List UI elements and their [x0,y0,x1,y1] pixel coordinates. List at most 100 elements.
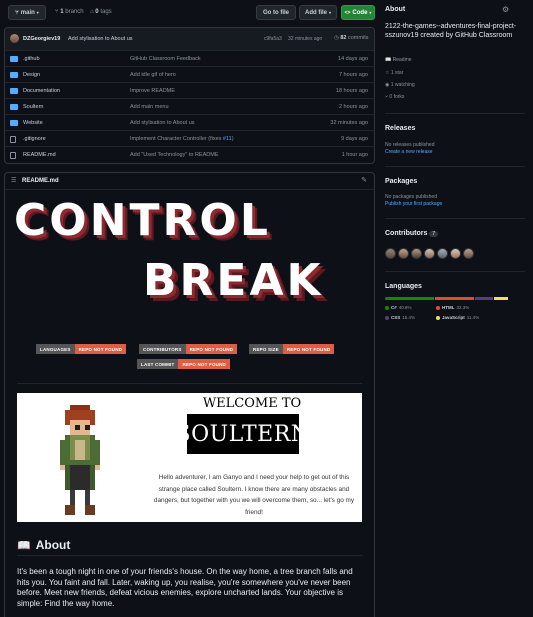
commit-hash[interactable]: c9fa5a3 [264,36,282,42]
language-bar-segment [474,297,494,300]
eye-icon: ◉ [385,82,390,88]
badge-repo-size[interactable]: REPO SIZE REPO NOT FOUND [249,344,335,354]
language-item[interactable]: CSS 15.4% [385,315,415,320]
file-icon [10,152,16,159]
file-row[interactable]: Website Add stylisation to About us 32 min… [5,114,374,130]
chevron-down-icon: ▾ [369,10,372,15]
branch-icon: ⑂ [55,9,59,15]
contributor-avatar[interactable] [424,248,435,259]
forks-link[interactable]: ⑂ 0 forks [385,94,404,100]
stars-link[interactable]: ☆ 1 star [385,70,403,76]
badge-languages[interactable]: LANGUAGES REPO NOT FOUND [36,344,127,354]
badge-contributors[interactable]: CONTRIBUTORS REPO NOT FOUND [139,344,238,354]
commit-time: 32 minutes ago [288,36,323,42]
add-file-button[interactable]: Add file ▾ [299,5,337,20]
language-item[interactable]: HTML 32.3% [436,305,469,310]
divider [385,166,525,167]
readme-filename: README.md [22,178,59,184]
welcome-title: WELCOME TO [202,396,302,411]
file-commit-message[interactable]: Add "Used Technology" to README [130,152,219,158]
about-heading: 📖 About [17,535,362,556]
file-commit-message[interactable]: Add stylisation to About us [130,120,195,126]
releases-text: No releases published [385,142,435,148]
issue-link[interactable]: #11 [223,136,232,142]
file-commit-message[interactable]: Add main menu [130,104,169,110]
star-icon: ☆ [385,70,390,76]
branch-icon: ⑂ [15,9,19,16]
file-commit-time: 32 minutes ago [330,119,368,126]
language-color-dot [385,305,389,310]
file-name[interactable]: .github [23,56,40,62]
list-icon[interactable]: ☰ [11,177,16,184]
logo-line-1: CONTROL [14,195,271,246]
language-bar-segment [494,297,508,300]
file-name[interactable]: Design [23,72,40,78]
file-commit-message[interactable]: Implement Character Controller (fixes #1… [130,136,234,142]
divider [385,271,525,272]
file-name[interactable]: Website [23,120,43,126]
folder-icon [10,88,18,94]
book-icon: 📖 [385,57,392,63]
branches-link[interactable]: ⑂ 1 branch [55,9,84,15]
file-row[interactable]: Soultern Add main menu 2 hours ago [5,98,374,114]
commits-link[interactable]: ◷ 82 commits [334,35,368,41]
language-item[interactable]: C# 40.8% [385,305,412,310]
file-row[interactable]: README.md Add "Used Technology" to README… [5,146,374,162]
file-name[interactable]: README.md [23,152,56,158]
contributors-heading[interactable]: Contributors 7 [385,230,439,237]
file-name[interactable]: Soultern [23,104,44,110]
file-icon [10,136,16,143]
branch-selector[interactable]: ⑂ main ▾ [8,5,46,20]
file-commit-message[interactable]: GitHub Classroom Feedback [130,56,201,62]
file-row[interactable]: .gitignore Implement Character Controller… [5,130,374,146]
soultern-logo: SOULTERN [176,414,310,454]
file-name[interactable]: .gitignore [23,136,46,142]
welcome-banner: WELCOME TO SOULTERN Hello adventurer, I … [17,393,362,522]
go-to-file-button[interactable]: Go to file [256,5,296,20]
file-list: DZGeorgiev19 Add stylisation to About us… [4,27,375,164]
file-commit-time: 18 hours ago [335,87,368,94]
contributor-avatar[interactable] [450,248,461,259]
book-icon: 📖 [17,539,31,552]
code-icon: <> [344,9,351,16]
contributor-avatar[interactable] [463,248,474,259]
file-row[interactable]: Design Add idle gif of hero 7 hours ago [5,66,374,82]
language-item[interactable]: JavaScript 11.4% [436,315,479,320]
packages-heading[interactable]: Packages [385,178,417,185]
watching-link[interactable]: ◉ 1 watching [385,82,415,88]
badge-last-commit[interactable]: LAST COMMIT REPO NOT FOUND [137,359,231,369]
pencil-icon[interactable]: ✎ [361,176,367,184]
file-commit-message[interactable]: Add idle gif of hero [130,72,176,78]
file-commit-message[interactable]: Improve README [130,88,175,94]
chevron-down-icon: ▾ [328,10,331,15]
file-row[interactable]: Documentation Improve README 18 hours ago [5,82,374,98]
commit-message[interactable]: Add stylisation to About us [68,36,133,42]
control-break-logo: CONTROL CONTROL CONTROL BREAK BREAK BREA… [5,193,374,308]
readme-header: ☰ README.md ✎ [5,173,374,190]
contributors-count: 7 [429,231,439,237]
file-commit-time: 2 hours ago [338,103,368,110]
file-commit-time: 1 hour ago [341,151,368,158]
contributor-avatar[interactable] [398,248,409,259]
readme-link[interactable]: 📖 Readme [385,57,412,63]
publish-package-link[interactable]: Publish your first package [385,201,442,207]
languages-heading: Languages [385,283,422,290]
tag-icon: ⌂ [90,9,94,15]
file-row[interactable]: .github GitHub Classroom Feedback 14 days … [5,50,374,66]
language-color-dot [436,315,440,320]
logo-line-2: BREAK [143,255,324,306]
code-button[interactable]: <> Code ▾ [341,5,375,20]
contributor-avatar[interactable] [385,248,396,259]
releases-heading[interactable]: Releases [385,125,415,132]
contributor-avatar[interactable] [437,248,448,259]
tags-link[interactable]: ⌂ 0 tags [90,9,112,15]
language-bar-segment [435,297,474,300]
branch-name: main [20,9,35,16]
contributor-avatar[interactable] [411,248,422,259]
packages-text: No packages published [385,194,437,200]
gear-icon[interactable]: ⚙ [502,5,509,14]
create-release-link[interactable]: Create a new release [385,149,433,155]
divider [17,383,362,384]
file-name[interactable]: Documentation [23,88,60,94]
commit-author[interactable]: DZGeorgiev19 [23,36,60,42]
